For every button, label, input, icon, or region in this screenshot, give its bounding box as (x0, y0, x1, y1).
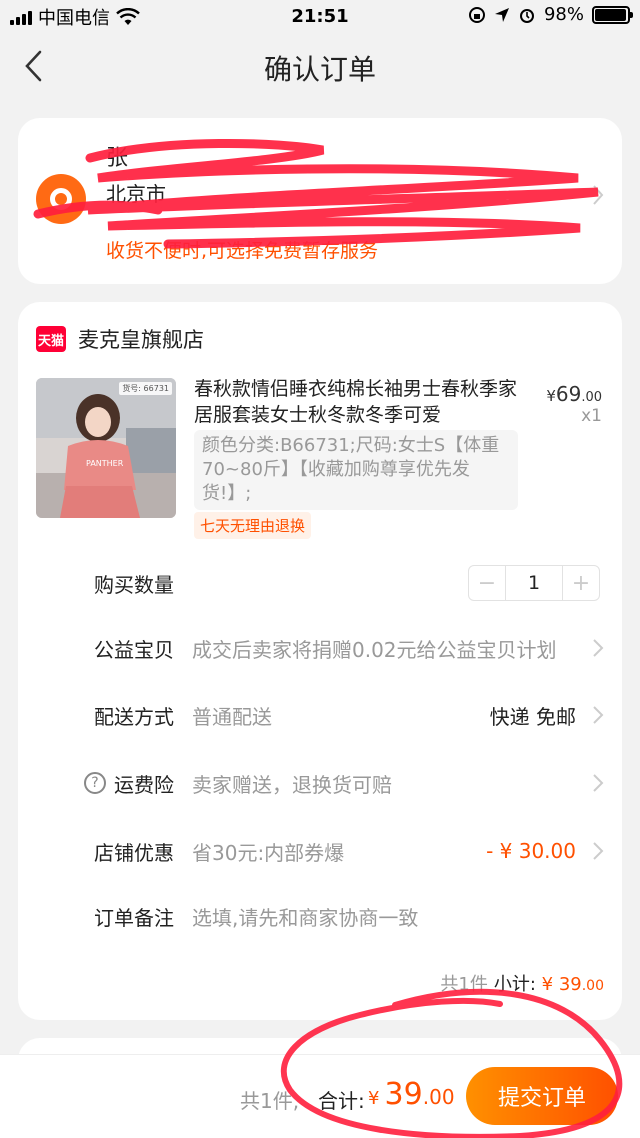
delivery-value: 普通配送 (192, 704, 272, 729)
nav-bar: 确认订单 (0, 34, 640, 98)
charity-row[interactable]: 公益宝贝 成交后卖家将捐赠0.02元给公益宝贝计划 (18, 628, 622, 668)
alarm-icon (519, 8, 534, 23)
status-bar: 中国电信 21:51 98% (0, 0, 640, 34)
shop-discount-row[interactable]: 店铺优惠 省30元:内部券爆 - ¥ 30.00 (18, 831, 622, 871)
product-sku-tag: 货号: 66731 (119, 382, 172, 395)
product-thumbnail[interactable]: PANTHER 货号: 66731 (36, 378, 176, 518)
page-title: 确认订单 (263, 53, 376, 86)
charity-value: 成交后卖家将捐赠0.02元给公益宝贝计划 (192, 637, 557, 662)
quantity-input[interactable]: 1 (505, 566, 563, 600)
subtotal-count: 共1件 (440, 974, 488, 995)
subtotal-label: 小计: (493, 974, 536, 995)
battery-percent: 98% (543, 4, 584, 25)
discount-amount: - ¥ 30.00 (486, 839, 576, 863)
chevron-right-icon (593, 639, 604, 657)
status-right: 98% (468, 4, 633, 25)
product-price: ¥69.00 (546, 382, 602, 406)
insurance-value: 卖家赠送，退换货可赔 (192, 772, 392, 797)
total-count: 共1件, (240, 1089, 300, 1113)
quantity-stepper: − 1 + (468, 565, 600, 601)
total-label: 合计: (318, 1089, 365, 1113)
shop-name[interactable]: 麦克皇旗舰店 (78, 324, 204, 354)
note-input[interactable]: 选填,请先和商家协商一致 (192, 902, 418, 931)
delivery-row[interactable]: 配送方式 普通配送 快递 免邮 (18, 695, 622, 735)
product-photo-illustration: PANTHER (36, 378, 176, 518)
address-card[interactable]: 张 北京市 收货不便时,可选择免费暂存服务 (18, 118, 622, 284)
rotation-lock-icon (468, 6, 485, 23)
discount-label: 店铺优惠 (94, 840, 174, 865)
chevron-right-icon (593, 706, 604, 724)
total-amount: ¥ 39.00 (368, 1077, 455, 1112)
question-icon[interactable]: ? (84, 772, 106, 794)
order-note-row[interactable]: 订单备注 选填,请先和商家协商一致 (18, 896, 622, 936)
delivery-method: 快递 免邮 (489, 704, 576, 729)
checkout-bar: 共1件, 合计: ¥ 39.00 提交订单 (0, 1054, 640, 1138)
subtotal: 共1件 小计: ¥ 39.00 (440, 970, 604, 996)
chevron-right-icon (593, 842, 604, 860)
quantity-plus-button[interactable]: + (563, 566, 599, 600)
charity-label: 公益宝贝 (94, 637, 174, 662)
note-label: 订单备注 (94, 905, 174, 930)
delivery-label: 配送方式 (94, 704, 174, 729)
shipping-insurance-row[interactable]: ? 运费险 卖家赠送，退换货可赔 (18, 763, 622, 803)
redaction-scribble (33, 138, 599, 249)
quantity-row: 购买数量 − 1 + (18, 563, 622, 603)
chevron-right-icon (593, 774, 604, 792)
insurance-label: 运费险 (114, 772, 174, 797)
location-arrow-icon (494, 7, 509, 22)
subtotal-amount: ¥ 39.00 (541, 974, 604, 995)
order-card: 天猫 麦克皇旗舰店 PANTHER 货号: 66731 春秋款情侣睡衣纯棉长袖男… (18, 302, 622, 1020)
shop-header[interactable]: 天猫 麦克皇旗舰店 (36, 324, 204, 354)
product-quantity: x1 (581, 406, 602, 426)
return-policy-badge: 七天无理由退换 (194, 512, 312, 539)
quantity-minus-button[interactable]: − (469, 566, 505, 600)
product-title[interactable]: 春秋款情侣睡衣纯棉长袖男士春秋季家居服套装女士秋冬款冬季可爱 (194, 376, 524, 428)
discount-value: 省30元:内部券爆 (192, 840, 345, 865)
battery-icon (592, 5, 633, 24)
product-sku: 颜色分类:B66731;尺码:女士S【体重70~80斤】【收藏加购尊享优先发货!… (194, 430, 518, 510)
submit-order-button[interactable]: 提交订单 (466, 1067, 618, 1125)
tmall-badge: 天猫 (36, 326, 66, 352)
svg-text:PANTHER: PANTHER (86, 459, 124, 468)
quantity-label: 购买数量 (94, 572, 174, 597)
